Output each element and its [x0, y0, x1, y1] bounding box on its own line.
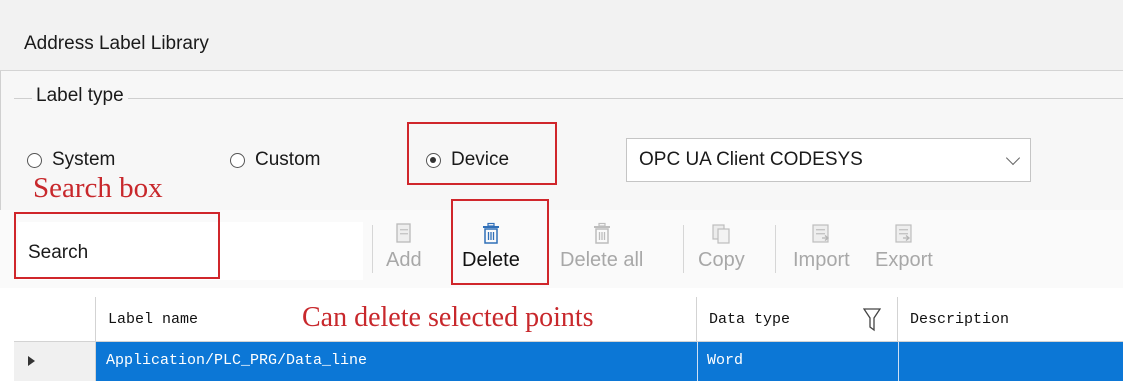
chevron-down-icon: [1005, 150, 1021, 166]
address-label-library-window: Address Label Library Label type System …: [0, 0, 1123, 381]
cell-label-name[interactable]: Application/PLC_PRG/Data_line: [96, 342, 697, 381]
copy-label: Copy: [698, 249, 745, 271]
radio-system-label: System: [52, 149, 116, 170]
radio-system[interactable]: System: [27, 148, 115, 172]
copy-button[interactable]: Copy: [698, 221, 745, 272]
row-pointer-icon: [28, 356, 35, 366]
search-box-annotation: Search box: [33, 172, 163, 204]
delete-annotation: Can delete selected points: [302, 302, 594, 333]
radio-circle-icon: [230, 152, 245, 168]
delete-all-button[interactable]: Delete all: [560, 221, 643, 272]
column-header-label: Data type: [709, 311, 791, 328]
column-header-description[interactable]: Description: [898, 297, 1123, 342]
title-bar: Address Label Library: [0, 0, 1123, 71]
label-type-title: Label type: [32, 85, 128, 107]
import-icon: [812, 224, 830, 243]
filter-icon[interactable]: [863, 307, 881, 333]
cell-data-type[interactable]: Word: [697, 342, 898, 381]
import-label: Import: [793, 249, 850, 271]
add-icon: [396, 223, 411, 243]
copy-icon: [712, 224, 730, 244]
trash-all-icon: [593, 222, 610, 244]
export-icon: [895, 224, 912, 243]
device-select-value: OPC UA Client CODESYS: [639, 149, 863, 170]
column-header-label: Description: [910, 311, 1010, 328]
add-button[interactable]: Add: [386, 221, 422, 272]
export-label: Export: [875, 249, 933, 271]
delete-highlight-box: [451, 199, 549, 285]
cell-description[interactable]: [898, 342, 1123, 381]
device-select[interactable]: OPC UA Client CODESYS: [626, 138, 1031, 182]
radio-circle-icon: [27, 152, 42, 168]
radio-custom-label: Custom: [255, 149, 321, 170]
import-button[interactable]: Import: [793, 221, 850, 272]
add-label: Add: [386, 249, 422, 271]
device-highlight-box: [407, 122, 557, 185]
cell-data-type-text: Word: [707, 352, 744, 369]
column-header-data-type[interactable]: Data type: [697, 297, 898, 342]
export-button[interactable]: Export: [875, 221, 933, 272]
cell-label-name-text: Application/PLC_PRG/Data_line: [106, 352, 368, 369]
row-header[interactable]: [14, 342, 96, 381]
search-highlight-box: [14, 212, 220, 279]
toolbar-separator: [372, 225, 373, 273]
table-header-corner: [14, 297, 96, 342]
delete-all-label: Delete all: [560, 249, 644, 271]
window-title: Address Label Library: [24, 33, 209, 54]
column-header-label: Label name: [108, 311, 199, 328]
radio-custom[interactable]: Custom: [230, 148, 320, 172]
toolbar-separator: [775, 225, 776, 273]
toolbar-separator: [683, 225, 684, 273]
